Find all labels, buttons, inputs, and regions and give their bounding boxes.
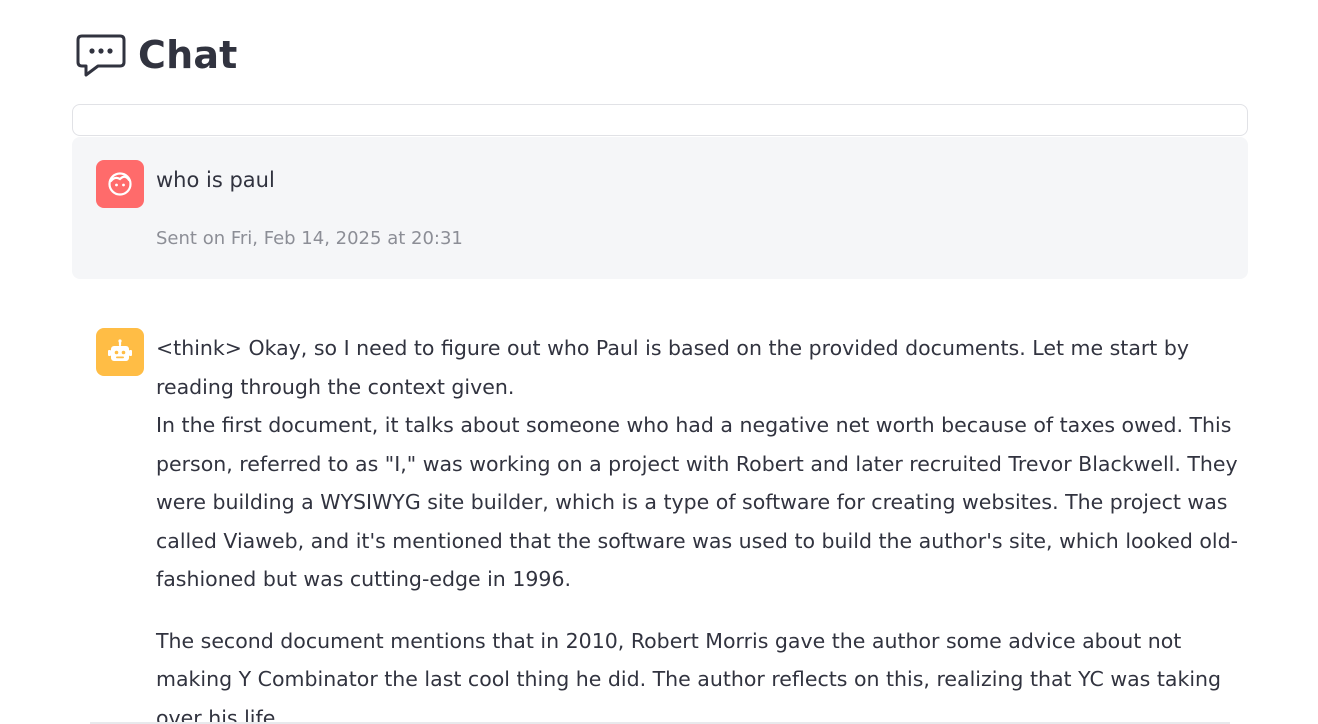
page-title: Chat [138, 33, 238, 77]
user-face-icon [108, 172, 132, 196]
assistant-message-text: <think> Okay, so I need to figure out wh… [156, 329, 1254, 724]
user-avatar [96, 160, 144, 208]
user-message-text: who is paul [156, 168, 275, 192]
page-header: Chat [76, 30, 238, 80]
assistant-paragraph: <think> Okay, so I need to figure out wh… [156, 329, 1254, 599]
assistant-first-document: In the first document, it talks about so… [156, 413, 1239, 591]
chat-bubble-icon [76, 32, 126, 78]
assistant-think-line: <think> Okay, so I need to figure out wh… [156, 336, 1190, 399]
assistant-paragraph-2: The second document mentions that in 201… [156, 628, 1222, 724]
chat-page: Chat who is paul Sent on Fri, Feb 14, 20… [0, 0, 1318, 724]
chat-container-top [72, 104, 1248, 136]
message-timestamp: Sent on Fri, Feb 14, 2025 at 20:31 [156, 228, 463, 249]
user-message: who is paul Sent on Fri, Feb 14, 2025 at… [72, 137, 1248, 279]
assistant-avatar [96, 328, 144, 376]
robot-icon [108, 339, 132, 361]
